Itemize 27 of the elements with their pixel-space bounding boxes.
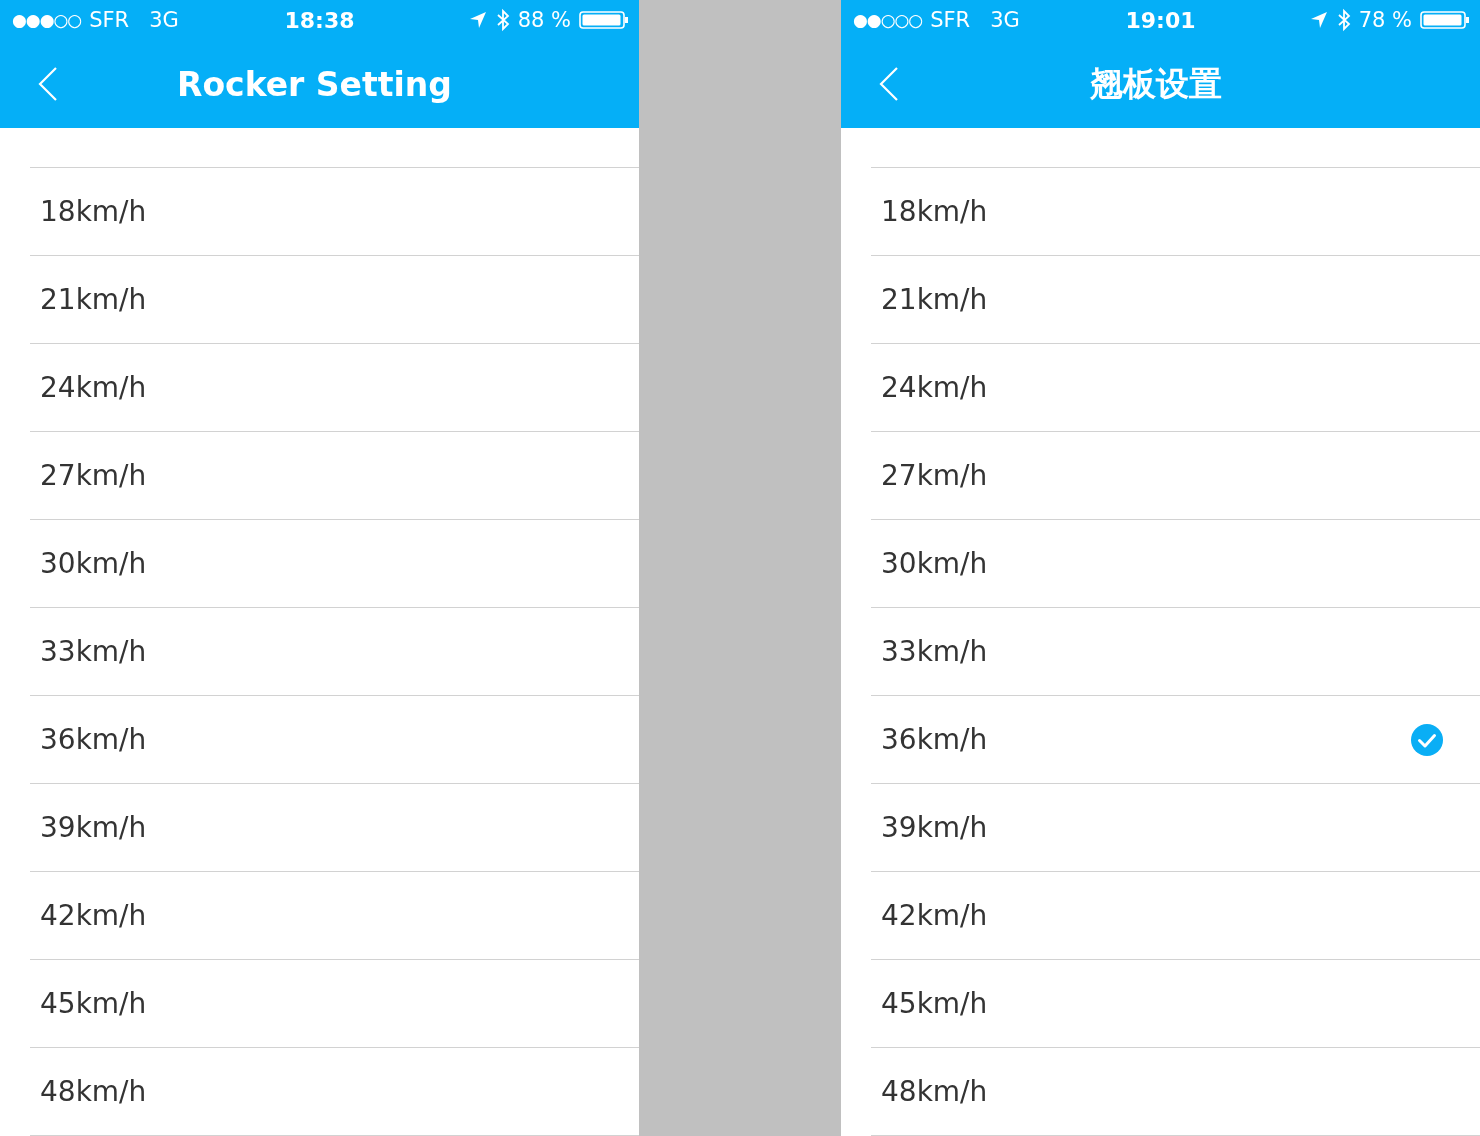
carrier-name: SFR (89, 8, 130, 32)
bluetooth-icon (495, 8, 510, 32)
carrier-name: SFR (930, 8, 971, 32)
speed-option[interactable]: 48km/h (871, 1048, 1480, 1136)
battery-percent: 78 % (1358, 8, 1412, 32)
speed-option[interactable]: 24km/h (871, 344, 1480, 432)
speed-option[interactable]: 33km/h (871, 608, 1480, 696)
speed-option[interactable]: 21km/h (871, 256, 1480, 344)
battery-percent: 88 % (517, 8, 571, 32)
battery-icon (579, 10, 629, 30)
bluetooth-icon (1336, 8, 1351, 32)
signal-dots: ●●○○○ (853, 10, 923, 30)
speed-option[interactable]: 36km/h (871, 696, 1480, 784)
signal-dots: ●●●○○ (12, 10, 82, 30)
battery-icon (1420, 10, 1470, 30)
status-time: 19:01 (1125, 7, 1196, 33)
screen-title: Rocker Setting (177, 64, 452, 104)
network-type: 3G (990, 8, 1020, 32)
speed-option[interactable]: 18km/h (871, 168, 1480, 256)
speed-option[interactable]: 42km/h (871, 872, 1480, 960)
network-type: 3G (149, 8, 179, 32)
speed-option[interactable]: 45km/h (871, 960, 1480, 1048)
speed-option[interactable]: 30km/h (871, 520, 1480, 608)
status-time: 18:38 (284, 7, 355, 33)
speed-option[interactable]: 39km/h (871, 784, 1480, 872)
screen-title: 翘板设置 (1089, 62, 1222, 105)
speed-option[interactable]: 27km/h (871, 432, 1480, 520)
